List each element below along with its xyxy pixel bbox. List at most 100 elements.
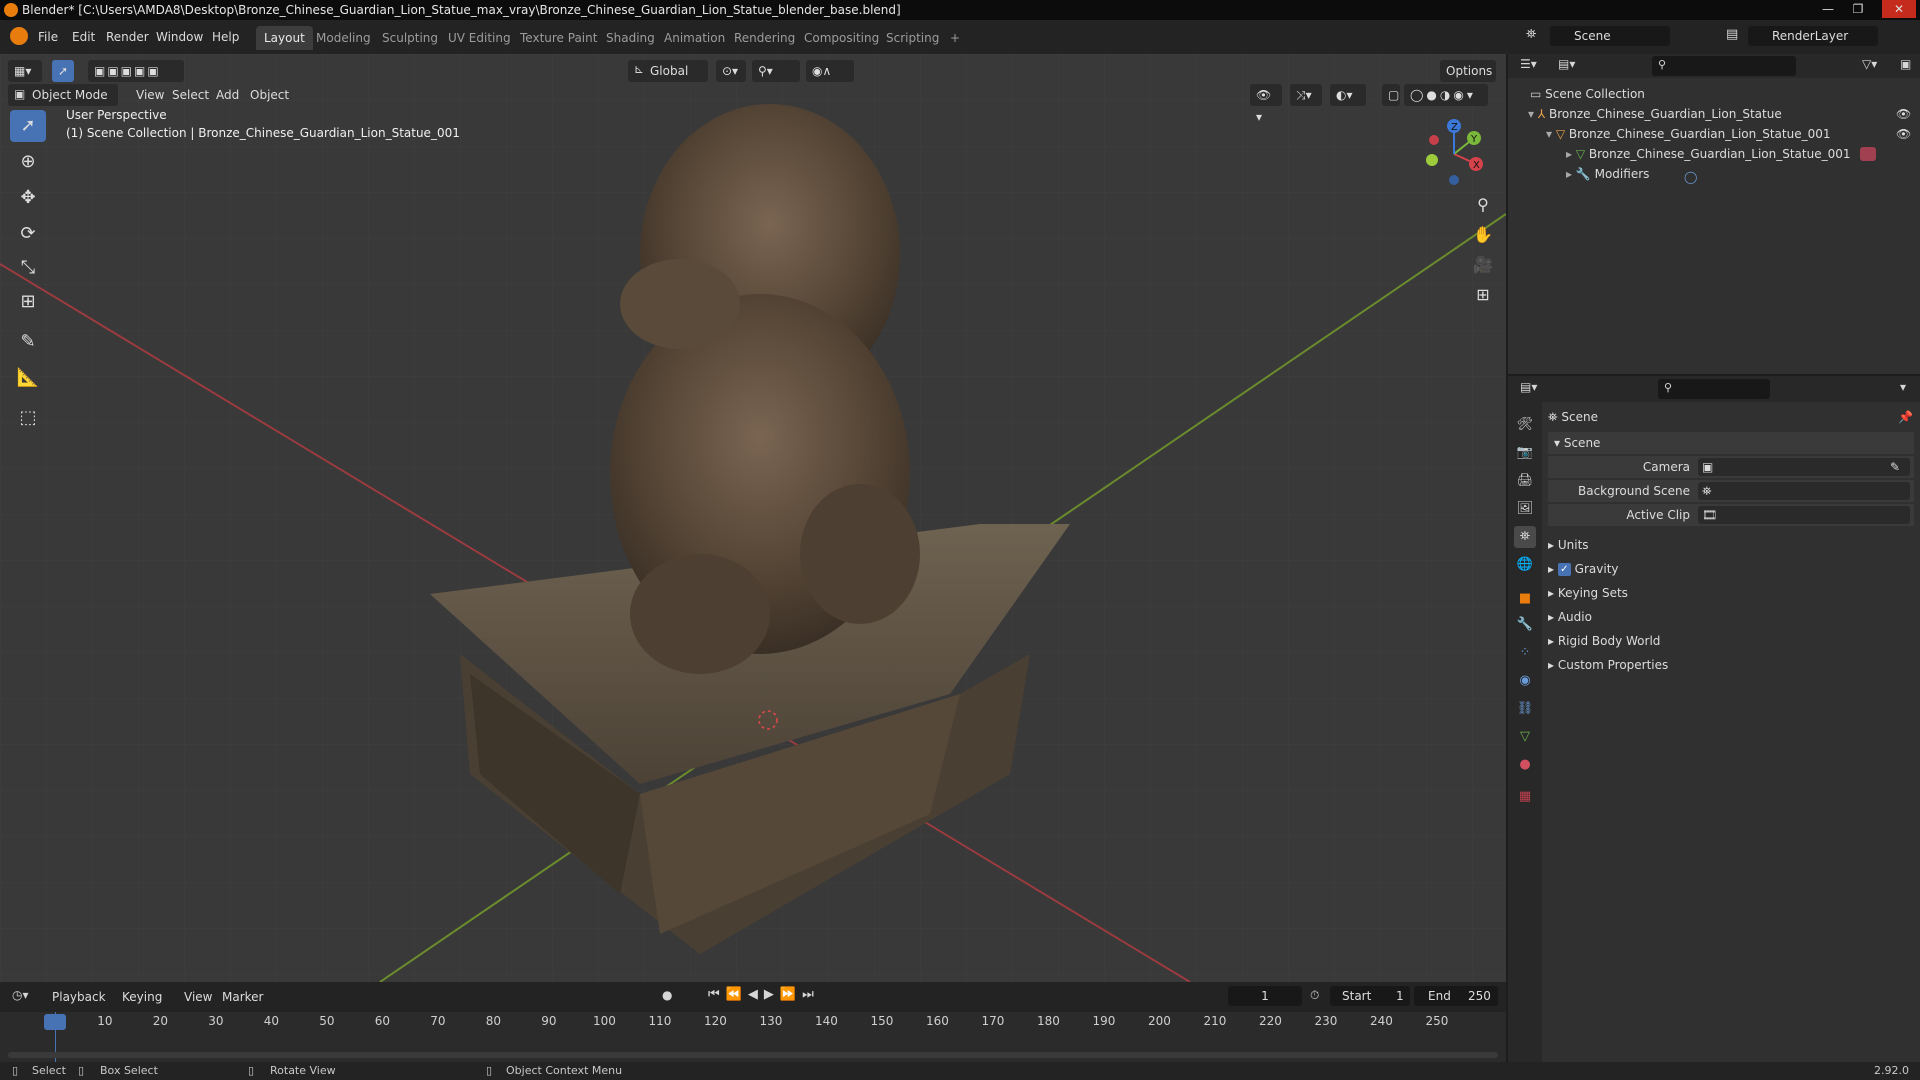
custom-properties-panel-header[interactable]: ▸ Custom Properties [1548, 654, 1920, 676]
material-tab-icon[interactable]: ● [1514, 754, 1536, 776]
view-layer-tab-icon[interactable]: 🖼 [1514, 498, 1536, 520]
rotate-tool[interactable]: ⟳ [10, 218, 46, 250]
menu-view[interactable]: View [178, 986, 218, 1008]
timeline-track[interactable]: 1102030405060708090100110120130140150160… [0, 1012, 1506, 1062]
panel-options-icon[interactable]: ▾ [1900, 380, 1906, 394]
current-frame-field[interactable]: 1 [1228, 986, 1302, 1006]
menu-playback[interactable]: Playback [46, 986, 112, 1008]
start-frame-field[interactable]: Start 1 [1330, 986, 1410, 1006]
filter-icon[interactable]: ▽▾ [1862, 57, 1877, 71]
outliner-row-lion-statue[interactable]: ▾ ⅄ Bronze_Chinese_Guardian_Lion_Statue … [1508, 104, 1920, 124]
tab-texture-paint[interactable]: Texture Paint [512, 26, 605, 50]
menu-file[interactable]: File [32, 26, 64, 48]
menu-add[interactable]: Add [210, 84, 245, 106]
audio-panel-header[interactable]: ▸ Audio [1548, 606, 1920, 628]
menu-help[interactable]: Help [206, 26, 245, 48]
world-tab-icon[interactable]: 🌐 [1514, 554, 1536, 576]
scene-tab-icon[interactable]: ⛯ [1514, 526, 1536, 548]
camera-field[interactable]: ▣ ✎ [1698, 458, 1910, 476]
outliner-row-modifiers[interactable]: ▸ 🔧 Modifiers ◯ [1508, 164, 1920, 184]
mesh-data-tab-icon[interactable]: ▽ [1514, 726, 1536, 748]
tab-shading[interactable]: Shading [598, 26, 663, 50]
tab-rendering[interactable]: Rendering [726, 26, 803, 50]
tab-layout[interactable]: Layout [256, 26, 313, 50]
disclosure-arrow-icon[interactable]: ▸ [1566, 167, 1576, 181]
select-box-tool[interactable]: ➚ [10, 110, 46, 142]
tool-tab-icon[interactable]: 🛠 [1514, 414, 1536, 436]
menu-object[interactable]: Object [244, 84, 295, 106]
render-tab-icon[interactable]: 📷 [1514, 442, 1536, 464]
add-workspace-button[interactable]: + [942, 26, 968, 50]
move-tool[interactable]: ✥ [10, 182, 46, 214]
menu-window[interactable]: Window [150, 26, 209, 48]
tab-animation[interactable]: Animation [656, 26, 733, 50]
scale-tool[interactable]: ⤡ [10, 252, 46, 284]
annotate-tool[interactable]: ✎ [10, 326, 46, 358]
playhead[interactable] [44, 1014, 66, 1030]
cursor-tool[interactable]: ⊕ [10, 146, 46, 178]
visibility-eye-icon[interactable]: 👁 [1896, 124, 1911, 144]
visibility-button[interactable]: 👁▾ [1250, 84, 1282, 124]
properties-editor-type-icon[interactable]: ▤▾ [1520, 380, 1537, 394]
timeline-editor-type-icon[interactable]: ◷▾ [12, 988, 29, 1002]
editor-type-button[interactable]: ▦▾ [8, 60, 42, 82]
new-collection-icon[interactable]: ▣ [1900, 57, 1911, 71]
disclosure-arrow-icon[interactable]: ▾ [1546, 127, 1556, 141]
blender-menu-icon[interactable] [10, 27, 28, 45]
tab-modeling[interactable]: Modeling [308, 26, 379, 50]
overlays-button[interactable]: ◐▾ [1330, 84, 1366, 106]
menu-keying[interactable]: Keying [116, 986, 168, 1008]
output-tab-icon[interactable]: 🖨 [1514, 470, 1536, 492]
disclosure-arrow-icon[interactable]: ▾ [1528, 107, 1538, 121]
disclosure-arrow-icon[interactable]: ▸ [1566, 147, 1576, 161]
render-layer-selector[interactable]: RenderLayer [1748, 26, 1878, 46]
close-button[interactable]: ✕ [1882, 0, 1916, 18]
tab-scripting[interactable]: Scripting [878, 26, 947, 50]
pivot-point-button[interactable]: ⊙▾ [716, 60, 746, 82]
timeline-scrollbar[interactable] [8, 1052, 1498, 1058]
menu-marker[interactable]: Marker [216, 986, 269, 1008]
3d-viewport[interactable]: ▦▾ ➚ ▣▣▣▣▣ Global ⊾ ⊙▾ ⚲▾ ◉∧ Options Obj… [0, 54, 1506, 982]
units-panel-header[interactable]: ▸ Units [1548, 534, 1920, 556]
tab-uv-editing[interactable]: UV Editing [440, 26, 519, 50]
tab-compositing[interactable]: Compositing [796, 26, 887, 50]
pan-hand-icon[interactable]: ✋ [1470, 222, 1496, 248]
eyedropper-icon[interactable]: ✎ [1890, 458, 1900, 476]
outliner-search-input[interactable] [1652, 56, 1796, 76]
snap-button[interactable]: ⚲▾ [752, 60, 800, 82]
outliner-row-mesh-data[interactable]: ▸ ▽ Bronze_Chinese_Guardian_Lion_Statue_… [1508, 144, 1920, 164]
particles-tab-icon[interactable]: ⁘ [1514, 642, 1536, 664]
maximize-button[interactable]: ❐ [1846, 0, 1870, 18]
physics-tab-icon[interactable]: ◉ [1514, 670, 1536, 692]
scene-panel-header[interactable]: ▾ Scene [1548, 432, 1914, 454]
preview-range-icon[interactable]: ⏱ [1310, 988, 1319, 1003]
background-scene-field[interactable]: ⛯ [1698, 482, 1910, 500]
options-dropdown[interactable]: Options [1440, 60, 1496, 82]
object-tab-icon[interactable]: ■ [1514, 588, 1536, 610]
minimize-button[interactable]: — [1816, 0, 1840, 18]
modifier-tab-icon[interactable]: 🔧 [1514, 614, 1536, 636]
keying-sets-panel-header[interactable]: ▸ Keying Sets [1548, 582, 1920, 604]
camera-view-icon[interactable]: 🎥 [1470, 252, 1496, 278]
outliner-row-scene-collection[interactable]: ▭ Scene Collection [1508, 84, 1920, 104]
outliner-editor-type-icon[interactable]: ☰▾ [1520, 57, 1537, 71]
menu-edit[interactable]: Edit [66, 26, 101, 48]
display-mode-icon[interactable]: ▤▾ [1558, 57, 1575, 71]
material-icon[interactable] [1860, 147, 1876, 161]
navigation-gizmo[interactable]: X Y Z [1414, 114, 1494, 194]
xray-button[interactable]: ▢ [1382, 84, 1400, 106]
orthographic-grid-icon[interactable]: ⊞ [1470, 282, 1496, 308]
transform-tool[interactable]: ⊞ [10, 286, 46, 318]
pin-icon[interactable]: 📌 [1898, 406, 1913, 428]
shading-mode-buttons[interactable]: ◯●◑◉▾ [1404, 84, 1488, 106]
gravity-panel-header[interactable]: ▸ ✓ Gravity [1548, 558, 1920, 580]
playback-controls[interactable]: ⏮⏪◀▶⏩⏭ [708, 987, 820, 1002]
selection-mode-buttons[interactable]: ▣▣▣▣▣ [88, 60, 184, 82]
constraints-tab-icon[interactable]: ⛓ [1514, 698, 1536, 720]
outliner-row-lion-statue-001[interactable]: ▾ ▽ Bronze_Chinese_Guardian_Lion_Statue_… [1508, 124, 1920, 144]
gizmo-toggle-button[interactable]: ⤨▾ [1290, 84, 1322, 106]
visibility-eye-icon[interactable]: 👁 [1896, 104, 1911, 124]
menu-select[interactable]: Select [166, 84, 215, 106]
rigid-body-world-panel-header[interactable]: ▸ Rigid Body World [1548, 630, 1920, 652]
menu-view[interactable]: View [130, 84, 170, 106]
